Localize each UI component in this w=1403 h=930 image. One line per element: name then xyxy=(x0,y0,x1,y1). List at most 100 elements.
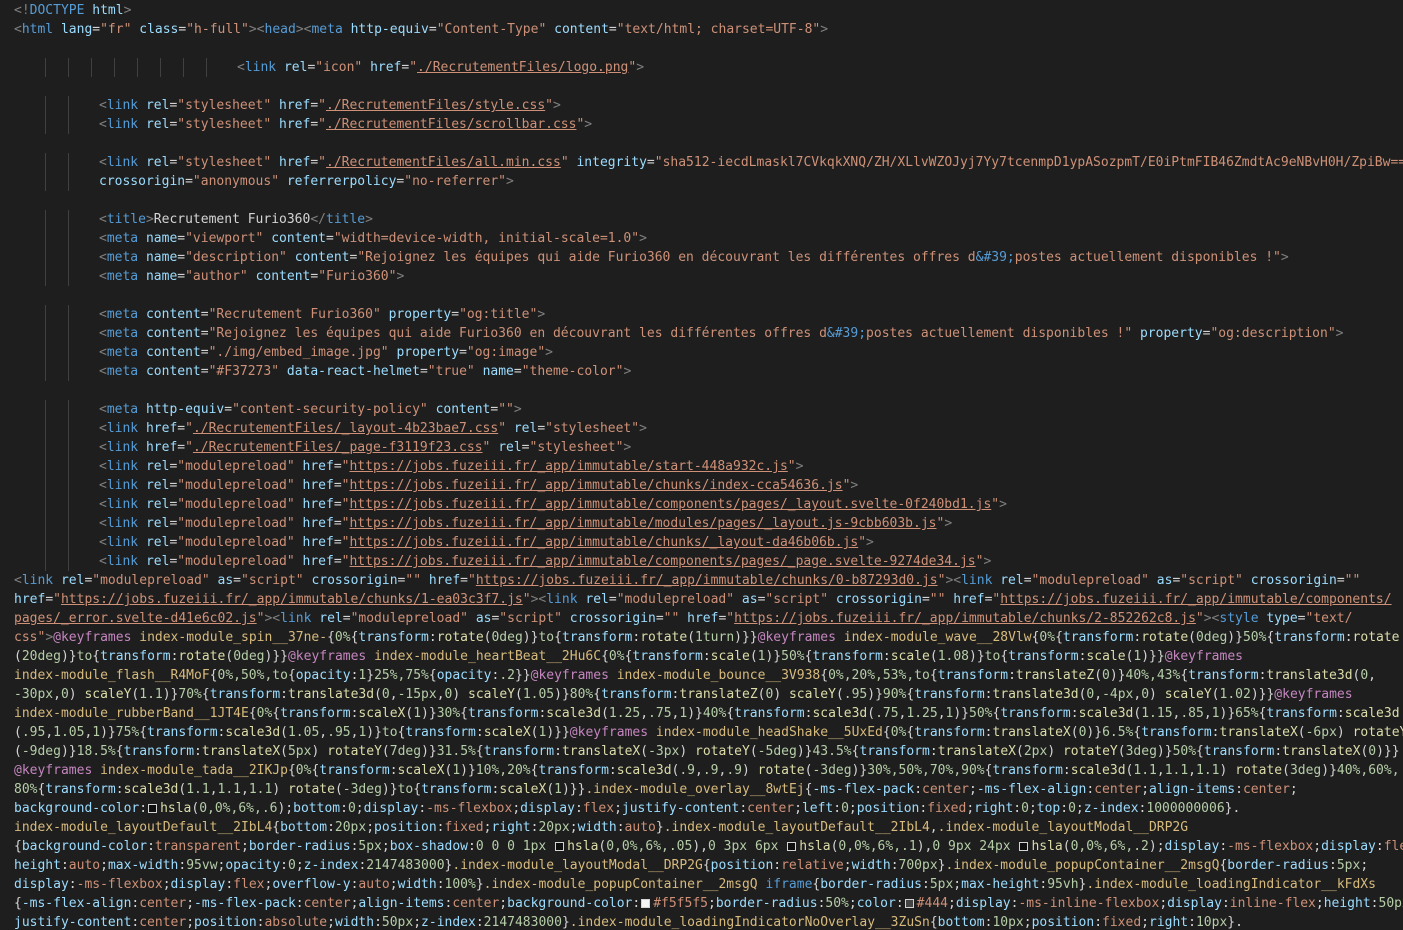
color-swatch-icon[interactable] xyxy=(1019,842,1029,851)
code-token: )} xyxy=(1086,725,1103,740)
code-line[interactable]: <link rel="modulepreload" href="https://… xyxy=(0,514,1403,533)
code-token: = xyxy=(310,98,319,113)
code-line[interactable]: <meta name="author" content="Furio360"> xyxy=(0,267,1403,286)
code-line[interactable]: <link rel="stylesheet" href="./Recruteme… xyxy=(0,153,1403,172)
code-token: scale3d xyxy=(812,706,868,721)
code-line[interactable]: display:-ms-flexbox;display:flex;overflo… xyxy=(0,875,1403,894)
code-line[interactable]: <meta http-equiv="content-security-polic… xyxy=(0,400,1403,419)
code-line[interactable] xyxy=(0,286,1403,305)
code-line[interactable]: <link rel="modulepreload" href="https://… xyxy=(0,552,1403,571)
code-token: 1.02 xyxy=(1219,687,1251,702)
code-link[interactable]: https://jobs.fuzeiii.fr/_app/immutable/c… xyxy=(734,611,1196,626)
code-line[interactable] xyxy=(0,381,1403,400)
code-line[interactable]: (20deg)}to{transform:rotate(0deg)}}@keyf… xyxy=(0,647,1403,666)
code-line[interactable]: href="https://jobs.fuzeiii.fr/_app/immut… xyxy=(0,590,1403,609)
code-line[interactable]: <meta content="./img/embed_image.jpg" pr… xyxy=(0,343,1403,362)
color-swatch-icon[interactable] xyxy=(904,899,914,908)
code-token: rel xyxy=(145,155,170,170)
code-token: { xyxy=(287,668,296,683)
code-line[interactable]: <link rel="modulepreload" href="https://… xyxy=(0,457,1403,476)
code-line[interactable]: <link rel="modulepreload" href="https://… xyxy=(0,533,1403,552)
code-line[interactable]: <meta content="Recrutement Furio360" pro… xyxy=(0,305,1403,324)
code-line[interactable]: height:auto;max-width:95vw;opacity:0;z-i… xyxy=(0,856,1403,875)
code-link[interactable]: https://jobs.fuzeiii.fr/_app/immutable/c… xyxy=(1000,592,1391,607)
code-line[interactable]: <link rel="stylesheet" href="./Recruteme… xyxy=(0,96,1403,115)
code-token: index-module_rubberBand__1JT4E xyxy=(14,706,249,721)
code-link[interactable]: https://jobs.fuzeiii.fr/_app/immutable/m… xyxy=(349,516,936,531)
code-line[interactable] xyxy=(0,191,1403,210)
code-token: { xyxy=(601,649,609,664)
code-line[interactable]: 80%{transform:scale3d(1.1,1.1,1.1) rotat… xyxy=(0,780,1403,799)
code-token: = xyxy=(521,440,530,455)
code-line[interactable]: <link rel="modulepreload" href="https://… xyxy=(0,476,1403,495)
code-link[interactable]: https://jobs.fuzeiii.fr/_app/immutable/c… xyxy=(349,554,975,569)
code-link[interactable]: https://jobs.fuzeiii.fr/_app/immutable/c… xyxy=(349,497,991,512)
code-line[interactable]: <link href="./RecrutementFiles/_page-f31… xyxy=(0,438,1403,457)
code-token: ), xyxy=(916,839,933,854)
code-token: auto xyxy=(624,820,656,835)
code-line[interactable]: <meta name="viewport" content="width=dev… xyxy=(0,229,1403,248)
color-swatch-icon[interactable] xyxy=(148,804,158,813)
code-line[interactable]: <title>Recrutement Furio360</title> xyxy=(0,210,1403,229)
code-line[interactable]: <meta name="description" content="Rejoig… xyxy=(0,248,1403,267)
code-line[interactable]: css">@keyframes index-module_spin__37ne-… xyxy=(0,628,1403,647)
code-line[interactable]: <!DOCTYPE html> xyxy=(0,1,1403,20)
code-link[interactable]: https://jobs.fuzeiii.fr/_app/immutable/c… xyxy=(476,573,938,588)
code-token: )} xyxy=(1321,763,1337,778)
code-line[interactable]: {background-color:transparent;border-rad… xyxy=(0,837,1403,856)
code-token: link xyxy=(546,592,578,607)
code-token: ; xyxy=(1023,915,1032,930)
code-line[interactable]: (.95,1.05,1)}75%{transform:scale3d(1.05,… xyxy=(0,723,1403,742)
code-line[interactable]: <link rel="modulepreload" href="https://… xyxy=(0,495,1403,514)
code-token: 70% xyxy=(178,687,202,702)
code-line[interactable]: justify-content:center;position:absolute… xyxy=(0,913,1403,930)
code-line[interactable]: <meta content="#F37273" data-react-helme… xyxy=(0,362,1403,381)
color-swatch-icon[interactable] xyxy=(641,899,651,908)
code-token: )}} xyxy=(561,782,586,797)
code-line[interactable]: <link rel="stylesheet" href="./Recruteme… xyxy=(0,115,1403,134)
code-link[interactable]: pages/_error.svelte-d41e6c02.js xyxy=(14,611,257,626)
code-link[interactable]: ./RecrutementFiles/_layout-4b23bae7.css xyxy=(193,421,498,436)
code-token: 0 xyxy=(1021,801,1029,816)
code-token: href xyxy=(428,573,461,588)
color-swatch-icon[interactable] xyxy=(787,842,797,851)
code-line[interactable]: @keyframes index-module_tada__2IKJp{0%{t… xyxy=(0,761,1403,780)
code-link[interactable]: https://jobs.fuzeiii.fr/_app/immutable/c… xyxy=(349,535,858,550)
code-line[interactable] xyxy=(0,39,1403,58)
code-token: 10px xyxy=(992,915,1024,930)
code-link[interactable]: https://jobs.fuzeiii.fr/_app/immutable/s… xyxy=(349,459,787,474)
code-line[interactable] xyxy=(0,134,1403,153)
code-line[interactable]: <meta content="Rejoignez les équipes qui… xyxy=(0,324,1403,343)
code-link[interactable]: ./RecrutementFiles/style.css xyxy=(326,98,545,113)
code-line[interactable]: pages/_error.svelte-d41e6c02.js"><link r… xyxy=(0,609,1403,628)
code-line[interactable]: index-module_layoutDefault__2IbL4{bottom… xyxy=(0,818,1403,837)
code-link[interactable]: https://jobs.fuzeiii.fr/_app/immutable/c… xyxy=(349,478,842,493)
code-line[interactable]: background-color: hsla(0,0%,6%,.6);bottom… xyxy=(0,799,1403,818)
code-line[interactable]: crossorigin="anonymous" referrerpolicy="… xyxy=(0,172,1403,191)
code-line[interactable] xyxy=(0,77,1403,96)
code-line[interactable]: <link rel="icon" href="./RecrutementFile… xyxy=(0,58,1403,77)
code-line[interactable]: {-ms-flex-align:center;-ms-flex-pack:cen… xyxy=(0,894,1403,913)
code-link[interactable]: ./RecrutementFiles/logo.png xyxy=(417,60,628,75)
code-editor[interactable]: <!DOCTYPE html> <html lang="fr" class="h-… xyxy=(0,0,1403,930)
code-line[interactable]: <link href="./RecrutementFiles/_layout-4… xyxy=(0,419,1403,438)
code-token: : xyxy=(194,744,202,759)
code-link[interactable]: ./RecrutementFiles/all.min.css xyxy=(326,155,561,170)
code-line[interactable]: index-module_rubberBand__1JT4E{0%{transf… xyxy=(0,704,1403,723)
code-link[interactable]: ./RecrutementFiles/scrollbar.css xyxy=(326,117,576,132)
code-line[interactable]: <html lang="fr" class="h-full"><head><me… xyxy=(0,20,1403,39)
code-token: : xyxy=(616,820,625,835)
code-link[interactable]: https://jobs.fuzeiii.fr/_app/immutable/c… xyxy=(61,592,523,607)
color-swatch-icon[interactable] xyxy=(555,842,565,851)
code-token: ; xyxy=(953,877,962,892)
code-token: > xyxy=(639,231,647,246)
code-line[interactable]: (-9deg)}18.5%{transform:translateX(5px) … xyxy=(0,742,1403,761)
code-line[interactable]: index-module_flash__R4MoF{0%,50%,to{opac… xyxy=(0,666,1403,685)
code-line[interactable]: <link rel="modulepreload" as="script" cr… xyxy=(0,571,1403,590)
code-link[interactable]: ./RecrutementFiles/_page-f3119f23.css xyxy=(193,440,483,455)
code-line[interactable]: -30px,0) scaleY(1.1)}70%{transform:trans… xyxy=(0,685,1403,704)
code-token: name xyxy=(482,364,514,379)
